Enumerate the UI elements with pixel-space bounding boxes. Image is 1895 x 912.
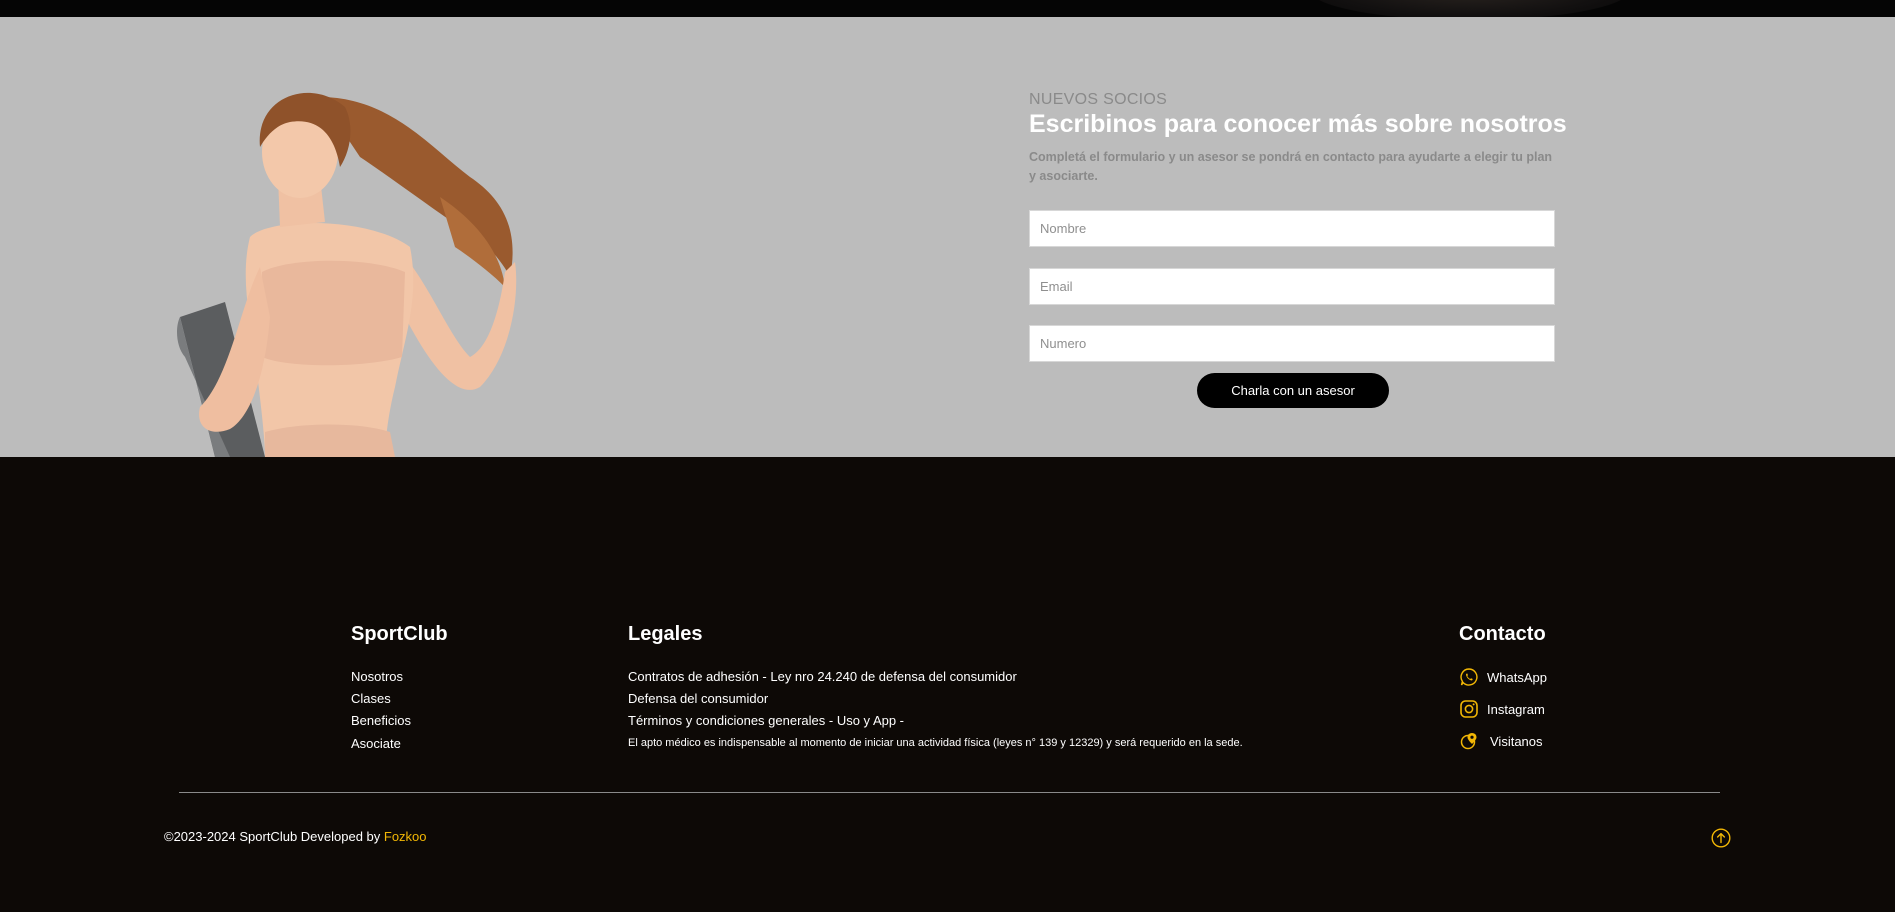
section-headline: Escribinos para conocer más sobre nosotr… [1029, 110, 1567, 138]
contact-whatsapp-link[interactable]: WhatsApp [1459, 667, 1547, 687]
phone-input[interactable] [1029, 325, 1555, 362]
footer-divider [179, 792, 1720, 793]
footer-link-consumer-defense[interactable]: Defensa del consumidor [628, 691, 768, 706]
footer-link-asociate[interactable]: Asociate [351, 736, 401, 751]
name-input[interactable] [1029, 210, 1555, 247]
section-eyebrow: NUEVOS SOCIOS [1029, 91, 1168, 108]
top-image-strip [0, 0, 1895, 17]
developer-link[interactable]: Fozkoo [384, 829, 427, 844]
site-footer: SportClub Nosotros Clases Beneficios Aso… [0, 457, 1895, 912]
footer-brand-title: SportClub [351, 623, 448, 645]
contact-visit-label: Visitanos [1490, 733, 1543, 749]
footer-link-nosotros[interactable]: Nosotros [351, 669, 403, 684]
contact-whatsapp-label: WhatsApp [1487, 669, 1547, 685]
whatsapp-icon [1460, 668, 1478, 686]
copyright: ©2023-2024 SportClub Developed by Fozkoo [164, 829, 427, 844]
woman-with-yoga-mat-photo [177, 92, 517, 457]
email-input[interactable] [1029, 268, 1555, 305]
instagram-icon [1460, 700, 1478, 718]
contact-instagram-label: Instagram [1487, 701, 1545, 717]
new-members-section: NUEVOS SOCIOS Escribinos para conocer má… [0, 17, 1895, 457]
footer-link-contracts[interactable]: Contratos de adhesión - Ley nro 24.240 d… [628, 669, 1017, 684]
section-description: Completá el formulario y un asesor se po… [1029, 150, 1553, 183]
footer-contact-title: Contacto [1459, 623, 1546, 645]
contact-visit-link[interactable]: Visitanos [1459, 731, 1543, 751]
footer-link-beneficios[interactable]: Beneficios [351, 713, 411, 728]
contact-instagram-link[interactable]: Instagram [1459, 699, 1545, 719]
copyright-text: ©2023-2024 SportClub Developed by [164, 829, 384, 844]
talk-to-advisor-button[interactable]: Charla con un asesor [1197, 373, 1389, 408]
scroll-to-top-icon[interactable] [1711, 828, 1731, 848]
footer-link-clases[interactable]: Clases [351, 691, 391, 706]
footer-legal-title: Legales [628, 623, 703, 645]
location-icon [1460, 733, 1477, 750]
footer-link-terms[interactable]: Términos y condiciones generales - Uso y… [628, 713, 904, 728]
medical-note: El apto médico es indispensable al momen… [628, 737, 1243, 749]
